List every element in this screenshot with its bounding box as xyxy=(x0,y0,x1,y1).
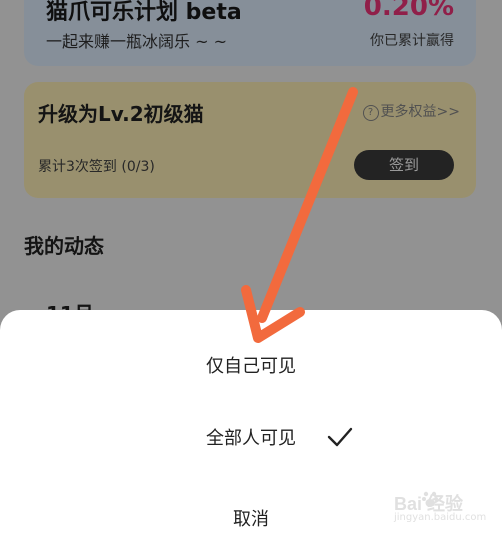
option-everyone[interactable]: 全部人可见 xyxy=(0,424,502,450)
option-only-me[interactable]: 仅自己可见 xyxy=(0,352,502,378)
paw-icon xyxy=(422,491,438,507)
baidu-jingyan-watermark: Bai 经验 jingyan.baidu.com xyxy=(394,490,486,526)
watermark-url: jingyan.baidu.com xyxy=(394,512,487,523)
checkmark-icon xyxy=(327,427,353,447)
